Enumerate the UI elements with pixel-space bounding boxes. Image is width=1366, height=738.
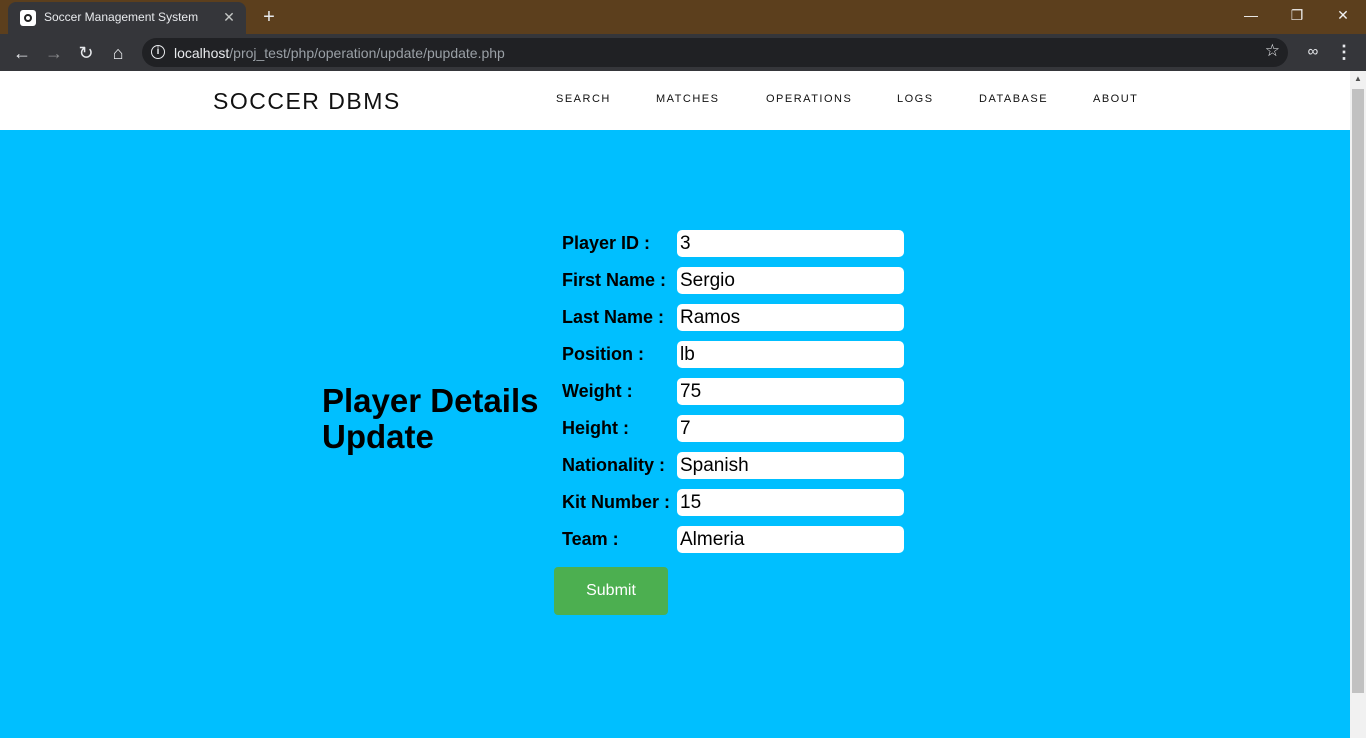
player-id-label: Player ID : [562, 233, 651, 253]
close-window-button[interactable]: ✕ [1320, 0, 1366, 30]
height-input[interactable] [677, 415, 904, 442]
nav-link-operations[interactable]: OPERATIONS [766, 93, 852, 105]
kit-number-input[interactable] [677, 489, 904, 516]
scroll-up-icon[interactable]: ▲ [1350, 73, 1366, 85]
team-input[interactable] [677, 526, 904, 553]
page-content: SOCCER DBMS SEARCH MATCHES OPERATIONS LO… [0, 71, 1350, 738]
back-icon[interactable]: ← [9, 40, 35, 66]
position-label: Position : [562, 344, 644, 364]
minimize-button[interactable]: — [1228, 0, 1274, 30]
incognito-icon[interactable]: ∞ [1302, 41, 1324, 63]
first-name-input[interactable] [677, 267, 904, 294]
reload-icon[interactable]: ↻ [73, 40, 99, 66]
bookmark-star-icon[interactable]: ☆ [1265, 41, 1280, 61]
new-tab-button[interactable]: + [258, 6, 280, 28]
nationality-input[interactable] [677, 452, 904, 479]
browser-menu-icon[interactable]: ⋮ [1334, 40, 1354, 64]
home-icon[interactable]: ⌂ [105, 40, 131, 66]
forward-icon[interactable]: → [41, 40, 67, 66]
nationality-label: Nationality : [562, 455, 666, 475]
player-id-input[interactable] [677, 230, 904, 257]
browser-tab[interactable]: Soccer Management System ✕ [8, 2, 246, 34]
nav-link-logs[interactable]: LOGS [897, 93, 934, 105]
url-text[interactable]: localhost/proj_test/php/operation/update… [174, 45, 505, 61]
nav-link-search[interactable]: SEARCH [556, 93, 611, 105]
url-host: localhost [174, 45, 230, 61]
last-name-label: Last Name : [562, 307, 665, 327]
site-navbar: SOCCER DBMS SEARCH MATCHES OPERATIONS LO… [0, 71, 1350, 130]
restore-button[interactable]: ❐ [1274, 0, 1320, 30]
soccer-ball-icon [20, 10, 36, 26]
url-path: /proj_test/php/operation/update/pupdate.… [229, 45, 505, 61]
page-heading: Player Details Update [322, 382, 539, 455]
weight-input[interactable] [677, 378, 904, 405]
nav-link-matches[interactable]: MATCHES [656, 93, 719, 105]
browser-toolbar: ← → ↻ ⌂ i localhost/proj_test/php/operat… [0, 34, 1366, 71]
scroll-thumb[interactable] [1352, 89, 1364, 693]
browser-titlebar: Soccer Management System ✕ + — ❐ ✕ [0, 0, 1366, 34]
team-label: Team : [562, 529, 619, 549]
submit-button[interactable]: Submit [554, 567, 668, 615]
site-brand[interactable]: SOCCER DBMS [213, 88, 401, 115]
height-label: Height : [562, 418, 629, 438]
page-scrollbar[interactable]: ▲ [1350, 71, 1366, 738]
position-input[interactable] [677, 341, 904, 368]
tab-title: Soccer Management System [44, 10, 199, 24]
address-bar[interactable]: i localhost/proj_test/php/operation/upda… [142, 38, 1288, 67]
last-name-input[interactable] [677, 304, 904, 331]
kit-number-label: Kit Number : [562, 492, 670, 512]
first-name-label: First Name : [562, 270, 667, 290]
nav-link-database[interactable]: DATABASE [979, 93, 1048, 105]
info-icon[interactable]: i [151, 45, 165, 59]
tab-close-icon[interactable]: ✕ [220, 8, 238, 26]
weight-label: Weight : [562, 381, 633, 401]
nav-link-about[interactable]: ABOUT [1093, 93, 1138, 105]
